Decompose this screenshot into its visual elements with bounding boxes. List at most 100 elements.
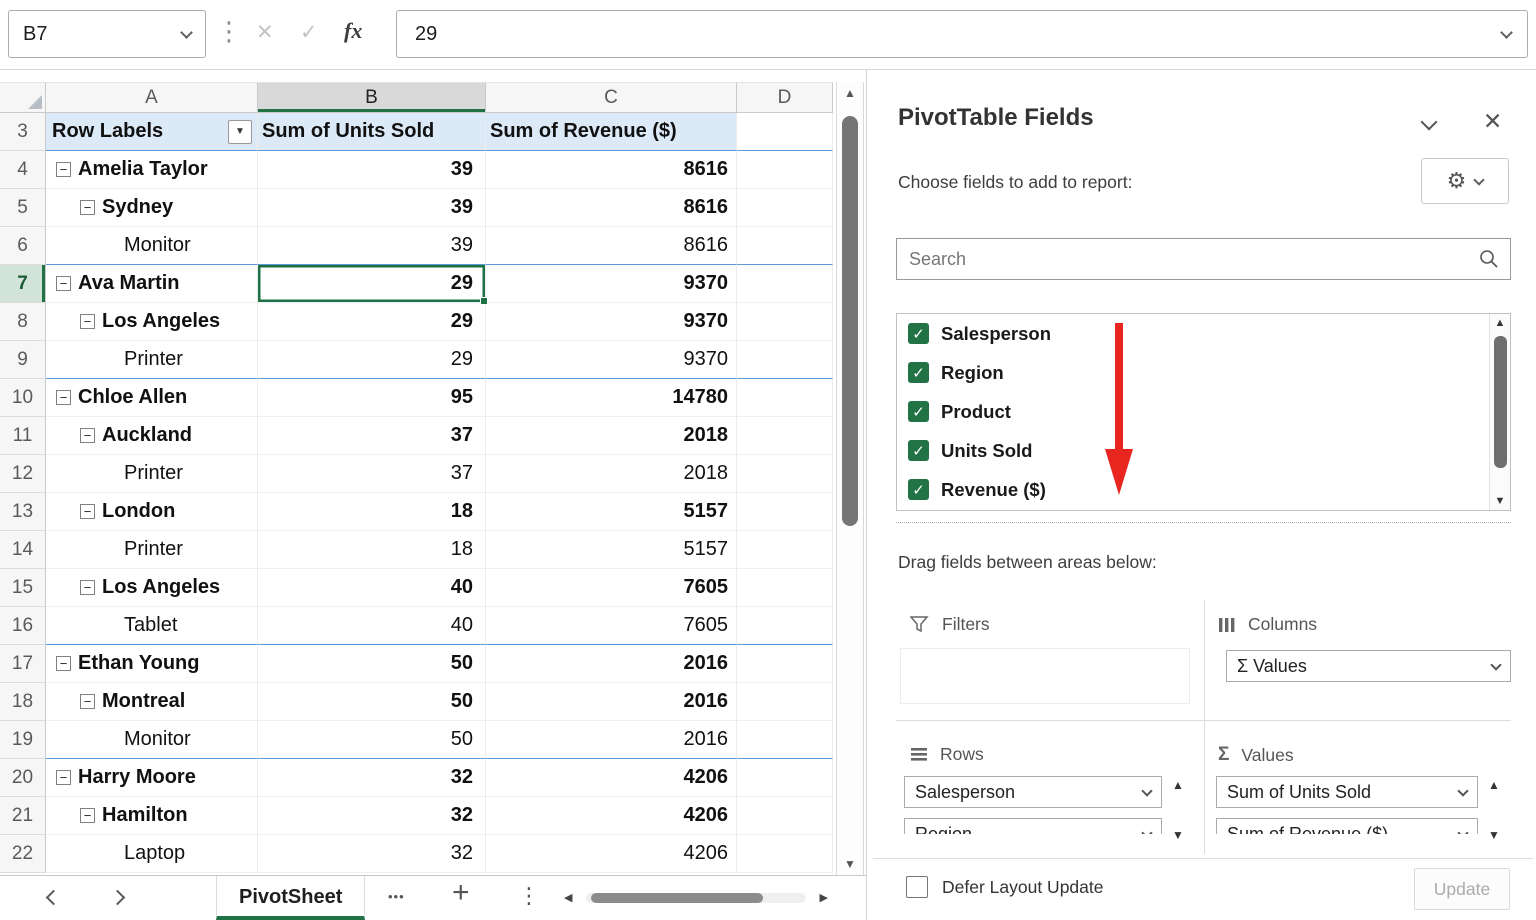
cell-A7[interactable]: −Ava Martin xyxy=(46,265,258,303)
row-header-17[interactable]: 17 xyxy=(0,645,46,683)
collapse-icon[interactable]: − xyxy=(80,314,95,329)
select-all-corner[interactable] xyxy=(0,83,46,112)
cell-B13[interactable]: 18 xyxy=(258,493,486,531)
rows-scroll-down-icon[interactable]: ▼ xyxy=(1172,828,1184,842)
cell-C10[interactable]: 14780 xyxy=(486,379,737,417)
cell-B21[interactable]: 32 xyxy=(258,797,486,835)
row-header-13[interactable]: 13 xyxy=(0,493,46,531)
cell-A14[interactable]: Printer xyxy=(46,531,258,569)
cell-C17[interactable]: 2016 xyxy=(486,645,737,683)
cell-A11[interactable]: −Auckland xyxy=(46,417,258,455)
fill-handle[interactable] xyxy=(480,297,488,305)
filters-area-dropzone[interactable] xyxy=(900,648,1190,704)
row-header-3[interactable]: 3 xyxy=(0,113,46,151)
cell-D11[interactable] xyxy=(737,417,833,455)
field-checkbox-checked[interactable]: ✓ xyxy=(908,323,929,344)
row-header-21[interactable]: 21 xyxy=(0,797,46,835)
cell-D12[interactable] xyxy=(737,455,833,493)
cell-B16[interactable]: 40 xyxy=(258,607,486,645)
cell-A6[interactable]: Monitor xyxy=(46,227,258,265)
cell-D16[interactable] xyxy=(737,607,833,645)
cell-A20[interactable]: −Harry Moore xyxy=(46,759,258,797)
cell-C19[interactable]: 2016 xyxy=(486,721,737,759)
cell-A10[interactable]: −Chloe Allen xyxy=(46,379,258,417)
rows-scroll-up-icon[interactable]: ▲ xyxy=(1172,778,1184,792)
sheet-tab-pivotsheet[interactable]: PivotSheet xyxy=(216,876,365,920)
cell-D4[interactable] xyxy=(737,151,833,189)
prev-sheet-icon[interactable] xyxy=(46,890,62,906)
field-item-revenue[interactable]: ✓Revenue ($) xyxy=(897,470,1510,509)
cell-A21[interactable]: −Hamilton xyxy=(46,797,258,835)
scroll-left-icon[interactable]: ◀ xyxy=(564,891,572,904)
column-header-c[interactable]: C xyxy=(486,83,737,112)
scroll-up-icon[interactable]: ▲ xyxy=(1490,317,1510,329)
cell-C20[interactable]: 4206 xyxy=(486,759,737,797)
row-header-19[interactable]: 19 xyxy=(0,721,46,759)
cell-A22[interactable]: Laptop xyxy=(46,835,258,873)
cell-A17[interactable]: −Ethan Young xyxy=(46,645,258,683)
field-checkbox-checked[interactable]: ✓ xyxy=(908,440,929,461)
cell-A5[interactable]: −Sydney xyxy=(46,189,258,227)
cell-D9[interactable] xyxy=(737,341,833,379)
row-header-12[interactable]: 12 xyxy=(0,455,46,493)
cell-B5[interactable]: 39 xyxy=(258,189,486,227)
cell-C16[interactable]: 7605 xyxy=(486,607,737,645)
cell-B3[interactable]: Sum of Units Sold xyxy=(258,113,486,151)
cell-B7[interactable]: 29 xyxy=(258,265,486,303)
row-header-16[interactable]: 16 xyxy=(0,607,46,645)
cell-D10[interactable] xyxy=(737,379,833,417)
tools-button[interactable]: ⚙ xyxy=(1421,158,1509,204)
cell-C11[interactable]: 2018 xyxy=(486,417,737,455)
collapse-icon[interactable]: − xyxy=(80,200,95,215)
name-box[interactable]: B7 xyxy=(8,10,206,58)
more-options-icon[interactable]: ⋮ xyxy=(216,16,242,47)
column-header-d[interactable]: D xyxy=(737,83,833,112)
cell-A12[interactable]: Printer xyxy=(46,455,258,493)
cell-C21[interactable]: 4206 xyxy=(486,797,737,835)
defer-layout-checkbox[interactable] xyxy=(906,876,928,898)
new-sheet-button[interactable]: + xyxy=(452,876,470,910)
cell-D22[interactable] xyxy=(737,835,833,873)
cell-D17[interactable] xyxy=(737,645,833,683)
row-header-5[interactable]: 5 xyxy=(0,189,46,227)
next-sheet-icon[interactable] xyxy=(110,890,126,906)
search-input[interactable] xyxy=(897,249,1478,270)
confirm-entry-icon[interactable]: ✓ xyxy=(300,20,318,45)
collapse-icon[interactable]: − xyxy=(56,390,71,405)
column-header-b[interactable]: B xyxy=(258,83,486,112)
cell-A18[interactable]: −Montreal xyxy=(46,683,258,721)
cell-D14[interactable] xyxy=(737,531,833,569)
cell-A19[interactable]: Monitor xyxy=(46,721,258,759)
cell-B12[interactable]: 37 xyxy=(258,455,486,493)
cell-B17[interactable]: 50 xyxy=(258,645,486,683)
cell-D6[interactable] xyxy=(737,227,833,265)
cell-D7[interactable] xyxy=(737,265,833,303)
column-header-a[interactable]: A xyxy=(46,83,258,112)
row-header-20[interactable]: 20 xyxy=(0,759,46,797)
row-header-14[interactable]: 14 xyxy=(0,531,46,569)
formula-input[interactable]: 29 xyxy=(396,10,1528,58)
row-header-15[interactable]: 15 xyxy=(0,569,46,607)
scroll-right-icon[interactable]: ▶ xyxy=(820,891,828,904)
cell-D3[interactable] xyxy=(737,113,833,151)
chevron-down-icon[interactable] xyxy=(1141,827,1152,834)
name-box-dropdown-icon[interactable] xyxy=(180,26,193,39)
area-item-salesperson[interactable]: Salesperson xyxy=(904,776,1162,808)
search-box[interactable] xyxy=(896,238,1511,280)
cell-B6[interactable]: 39 xyxy=(258,227,486,265)
field-list-scrollbar-thumb[interactable] xyxy=(1494,336,1507,468)
cancel-entry-icon[interactable]: ✕ xyxy=(256,20,274,45)
update-button[interactable]: Update xyxy=(1414,868,1510,910)
row-header-11[interactable]: 11 xyxy=(0,417,46,455)
cell-D18[interactable] xyxy=(737,683,833,721)
area-item-region[interactable]: Region xyxy=(904,818,1162,834)
field-item-salesperson[interactable]: ✓Salesperson xyxy=(897,314,1510,353)
cell-C15[interactable]: 7605 xyxy=(486,569,737,607)
horizontal-scrollbar[interactable]: ◀ ▶ xyxy=(556,876,836,920)
scroll-down-icon[interactable]: ▼ xyxy=(1490,495,1510,507)
cell-B4[interactable]: 39 xyxy=(258,151,486,189)
row-header-7[interactable]: 7 xyxy=(0,265,46,303)
insert-function-icon[interactable]: fx xyxy=(344,18,362,44)
cell-D21[interactable] xyxy=(737,797,833,835)
cell-C14[interactable]: 5157 xyxy=(486,531,737,569)
